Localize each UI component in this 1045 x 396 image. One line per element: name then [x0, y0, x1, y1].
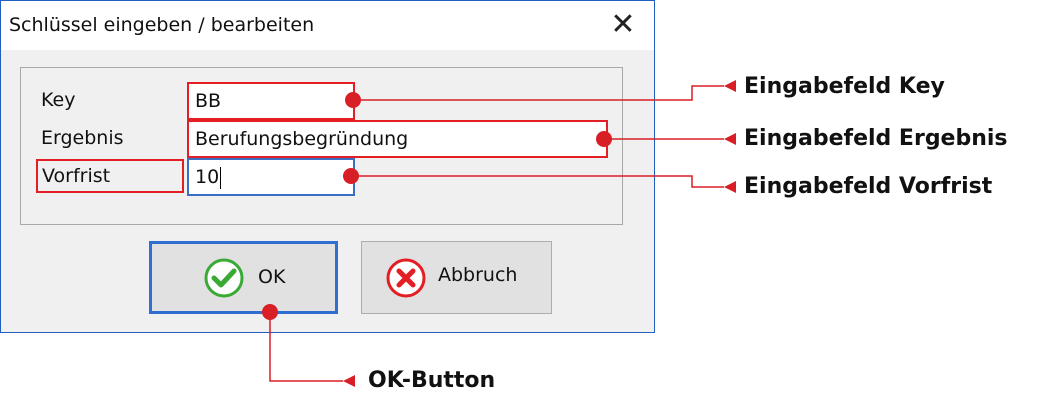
result-arrow-icon: [724, 133, 736, 145]
key-arrow-icon: [724, 80, 736, 92]
result-marker-dot: [596, 131, 612, 147]
callout-ok: OK-Button: [368, 368, 496, 393]
deadline-marker-dot: [343, 168, 359, 184]
ok-arrow-icon: [343, 375, 355, 387]
callout-result: Eingabefeld Ergebnis: [744, 126, 1008, 151]
callout-deadline: Eingabefeld Vorfrist: [744, 174, 993, 199]
key-marker-dot: [345, 92, 361, 108]
deadline-arrow-icon: [724, 181, 736, 193]
callout-key: Eingabefeld Key: [744, 74, 945, 99]
ok-marker-dot: [262, 304, 278, 320]
